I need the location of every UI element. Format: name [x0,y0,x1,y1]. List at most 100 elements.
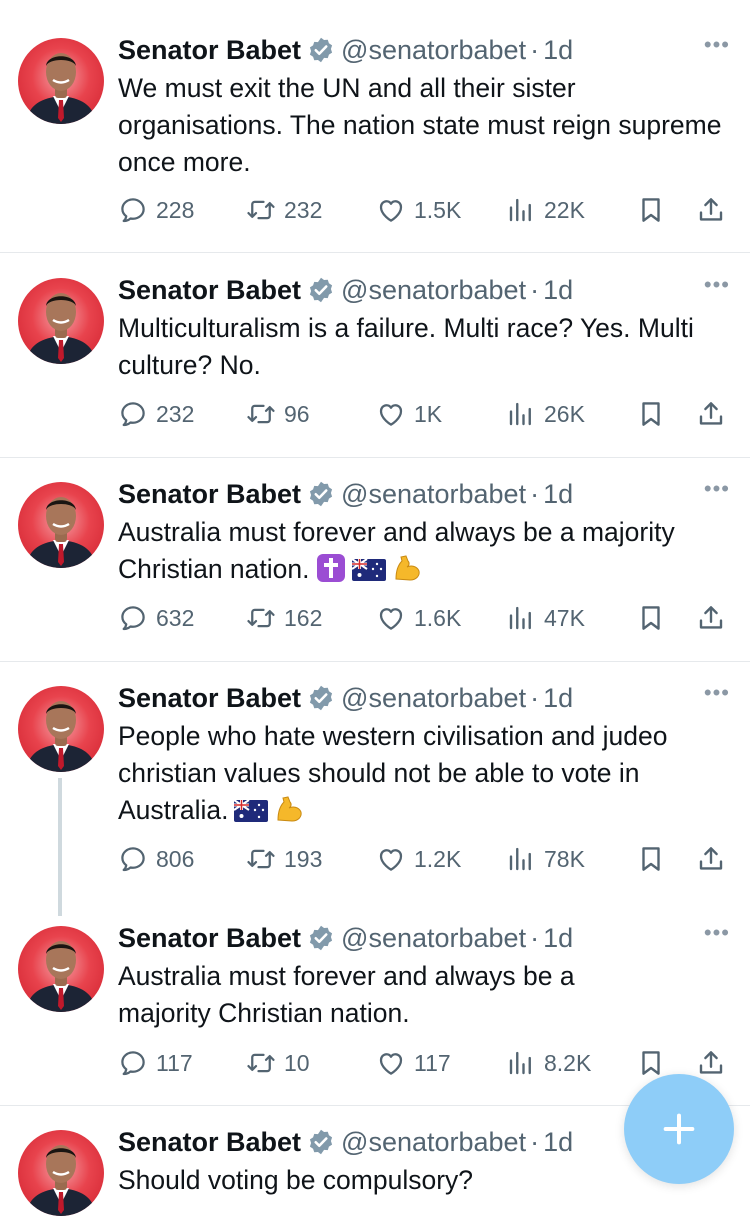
reply-count: 117 [156,1049,193,1076]
like-button[interactable]: 1.5K [376,192,461,228]
author-handle[interactable]: @senatorbabet [341,923,526,954]
view-count: 22K [544,196,585,223]
bookmark-button[interactable] [636,841,666,877]
retweet-button[interactable]: 96 [246,396,310,432]
avatar[interactable] [18,278,104,364]
author-handle[interactable]: @senatorbabet [341,479,526,510]
bookmark-icon [636,195,666,225]
australia-flag-emoji [352,557,386,583]
author-name[interactable]: Senator Babet [118,923,301,954]
timestamp[interactable]: 1d [543,479,573,510]
like-button[interactable]: 1K [376,396,442,432]
retweet-count: 232 [284,196,323,223]
reply-icon [118,844,148,874]
reply-button[interactable]: 806 [118,841,194,877]
views-button[interactable]: 26K [506,396,585,432]
separator-dot: · [530,34,540,65]
author-handle[interactable]: @senatorbabet [341,1127,526,1158]
tweet-text: Multiculturalism is a failure. Multi rac… [118,313,702,380]
like-icon [376,603,406,633]
retweet-count: 162 [284,604,323,631]
flexed-biceps-emoji [274,794,304,824]
retweet-button[interactable]: 10 [246,1045,310,1081]
views-icon [506,844,536,874]
like-button[interactable]: 1.6K [376,600,461,636]
author-handle[interactable]: @senatorbabet [341,35,526,66]
view-count: 8.2K [544,1049,592,1076]
reply-button[interactable]: 632 [118,600,194,636]
separator-dot: · [530,922,540,953]
author-handle[interactable]: @senatorbabet [341,683,526,714]
like-icon [376,399,406,429]
more-icon[interactable]: ••• [704,680,730,706]
views-icon [506,603,536,633]
share-button[interactable] [696,841,726,877]
share-button[interactable] [696,600,726,636]
tweet-header: Senator Babet @senatorbabet · 1d [118,270,573,310]
compose-button[interactable] [624,1074,734,1184]
views-icon [506,195,536,225]
more-icon[interactable]: ••• [704,476,730,502]
views-button[interactable]: 78K [506,841,585,877]
flexed-biceps-emoji [392,553,422,583]
avatar[interactable] [18,482,104,568]
author-name[interactable]: Senator Babet [118,35,301,66]
timestamp[interactable]: 1d [543,275,573,306]
thread-connector-line [58,778,62,916]
views-button[interactable]: 8.2K [506,1045,591,1081]
bookmark-button[interactable] [636,396,666,432]
more-icon[interactable]: ••• [704,272,730,298]
author-name[interactable]: Senator Babet [118,275,301,306]
reply-icon [118,195,148,225]
tweet-text: We must exit the UN and all their sister… [118,73,729,177]
like-button[interactable]: 117 [376,1045,451,1081]
avatar[interactable] [18,926,104,1012]
reply-button[interactable]: 117 [118,1045,193,1081]
bookmark-button[interactable] [636,600,666,636]
reply-button[interactable]: 228 [118,192,194,228]
view-count: 47K [544,604,585,631]
verified-badge-icon [307,1128,335,1156]
timestamp[interactable]: 1d [543,923,573,954]
share-icon [696,603,726,633]
avatar[interactable] [18,1130,104,1216]
author-handle[interactable]: @senatorbabet [341,275,526,306]
timestamp[interactable]: 1d [543,35,573,66]
more-icon[interactable]: ••• [704,32,730,58]
views-button[interactable]: 47K [506,600,585,636]
timestamp[interactable]: 1d [543,1127,573,1158]
like-button[interactable]: 1.2K [376,841,461,877]
tweet-text: People who hate western civilisation and… [118,721,675,825]
share-button[interactable] [696,396,726,432]
divider [0,252,750,253]
author-name[interactable]: Senator Babet [118,479,301,510]
action-bar: 232 96 1K 26K [118,396,730,432]
like-icon [376,1048,406,1078]
avatar[interactable] [18,38,104,124]
view-count: 78K [544,845,585,872]
author-name[interactable]: Senator Babet [118,683,301,714]
share-button[interactable] [696,1045,726,1081]
retweet-button[interactable]: 193 [246,841,322,877]
more-icon[interactable]: ••• [704,920,730,946]
retweet-button[interactable]: 162 [246,600,322,636]
author-name[interactable]: Senator Babet [118,1127,301,1158]
like-count: 1.2K [414,845,462,872]
retweet-icon [246,603,276,633]
separator-dot: · [530,1126,540,1157]
share-icon [696,1048,726,1078]
tweet-header: Senator Babet @senatorbabet · 1d [118,474,573,514]
avatar[interactable] [18,686,104,772]
like-count: 117 [414,1049,451,1076]
tweet-header: Senator Babet @senatorbabet · 1d [118,30,573,70]
reply-button[interactable]: 232 [118,396,194,432]
retweet-button[interactable]: 232 [246,192,322,228]
views-button[interactable]: 22K [506,192,585,228]
timestamp[interactable]: 1d [543,683,573,714]
retweet-icon [246,1048,276,1078]
share-button[interactable] [696,192,726,228]
verified-badge-icon [307,684,335,712]
views-icon [506,1048,536,1078]
bookmark-button[interactable] [636,192,666,228]
retweet-count: 96 [284,400,310,427]
